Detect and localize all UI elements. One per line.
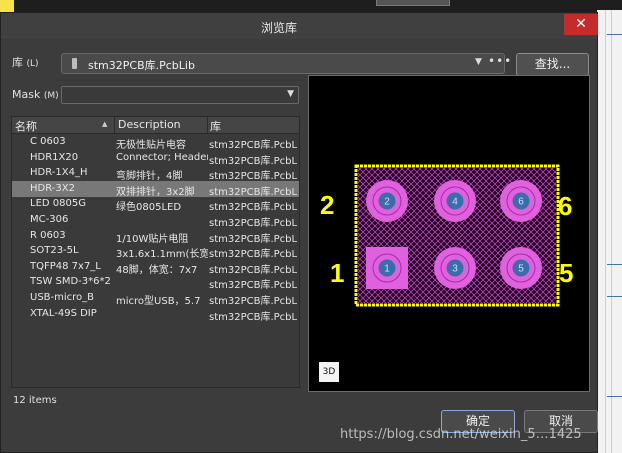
mask-label-text: Mask: [12, 88, 41, 101]
background-button: [376, 0, 450, 6]
table-row[interactable]: R 0603 1/10W贴片电阻 stm32PCB库.PcbL: [12, 228, 299, 245]
cell-name: C 0603: [30, 136, 66, 147]
sort-ascending-icon[interactable]: ▲: [102, 120, 107, 128]
cell-name: SOT23-5L: [30, 245, 79, 257]
table-row[interactable]: USB-micro_B micro型USB，5.7 stm32PCB库.PcbL: [12, 290, 299, 307]
pin-label-6: 6: [558, 191, 572, 221]
3d-view-button[interactable]: 3D: [319, 362, 339, 382]
cell-name: LED 0805G: [30, 198, 86, 210]
find-button[interactable]: 查找...: [516, 53, 589, 76]
footprint-drawing: 2 4 6 1 3 5 2 1 6 5: [320, 164, 573, 307]
pad-4: 4: [434, 180, 476, 222]
items-count: 12 items: [13, 395, 57, 406]
library-label: 库 (L): [12, 54, 39, 70]
pad-5: 5: [500, 247, 542, 289]
library-label-text: 库: [12, 56, 23, 69]
close-icon: ✕: [575, 16, 587, 32]
title-bar: 浏览库 ✕: [1, 13, 598, 39]
library-dropdown-value: stm32PCB库.PcbLib: [88, 59, 195, 72]
dialog-title: 浏览库: [260, 21, 297, 35]
pad-number: 4: [452, 197, 458, 208]
pin-label-5: 5: [559, 258, 573, 288]
cell-name: HDR1X20: [30, 151, 79, 163]
table-header: 名称 ▲ Description 库: [12, 117, 299, 134]
mask-hotkey: (M): [43, 91, 59, 101]
chevron-down-icon[interactable]: ▼: [475, 57, 482, 67]
cell-name: USB-micro_B: [30, 292, 95, 303]
pad-number: 6: [518, 197, 524, 208]
pin-label-1: 1: [330, 258, 344, 288]
component-table: 名称 ▲ Description 库 C 0603 无极性贴片电容 stm32PCB…: [11, 116, 300, 388]
cell-name: TSW SMD-3*6*2: [30, 276, 111, 288]
column-header-library[interactable]: 库: [210, 118, 221, 134]
watermark: https://blog.csdn.net/weixin_5…1425: [340, 427, 582, 442]
browse-library-dialog: 浏览库 ✕ 库 (L) stm32PCB库.PcbLib ▼ ••• 查找...…: [0, 12, 598, 453]
library-hotkey: (L): [26, 59, 39, 69]
table-row[interactable]: TSW SMD-3*6*2 stm32PCB库.PcbL: [12, 274, 299, 291]
cell-description: Connector; Header: [116, 151, 208, 163]
cell-name: HDR-3X2: [30, 182, 75, 194]
table-row[interactable]: XTAL-49S DIP stm32PCB库.PcbL: [12, 306, 299, 323]
pad-number: 3: [452, 264, 458, 275]
close-button[interactable]: ✕: [564, 14, 598, 35]
table-row[interactable]: SOT23-5L 3x1.6x1.1mm(长宽 stm32PCB库.PcbL: [12, 243, 299, 260]
cell-name: TQFP48 7x7_L: [30, 260, 101, 272]
footprint-preview[interactable]: 2 4 6 1 3 5 2 1 6 5 3D: [308, 75, 590, 392]
table-row[interactable]: HDR-1X4_H 弯脚排针，4脚 stm32PCB库.PcbL: [12, 165, 299, 182]
chevron-down-icon[interactable]: ▼: [287, 89, 294, 99]
cell-library: stm32PCB库.PcbL: [209, 311, 298, 323]
cell-name: R 0603: [30, 229, 66, 241]
background-toolbar: [0, 0, 622, 12]
pad-3: 3: [434, 247, 476, 289]
cell-name: HDR-1X4_H: [30, 167, 88, 179]
pin-label-2: 2: [320, 190, 334, 220]
table-row[interactable]: C 0603 无极性贴片电容 stm32PCB库.PcbL: [12, 134, 299, 151]
pad-number: 2: [384, 197, 390, 208]
pad-6: 6: [500, 180, 542, 222]
library-dropdown[interactable]: stm32PCB库.PcbLib ▼ •••: [61, 53, 511, 74]
pad-number: 1: [384, 264, 390, 275]
pad-2: 2: [366, 180, 408, 222]
file-icon: [72, 58, 77, 69]
table-row[interactable]: LED 0805G 绿色0805LED stm32PCB库.PcbL: [12, 196, 299, 213]
column-header-description[interactable]: Description: [118, 118, 181, 131]
mask-label: Mask (M): [12, 88, 59, 101]
more-options-icon[interactable]: •••: [488, 54, 512, 68]
background-schematic: [597, 10, 622, 453]
table-row[interactable]: MC-306 stm32PCB库.PcbL: [12, 212, 299, 229]
table-row[interactable]: HDR1X20 Connector; Header stm32PCB库.PcbL: [12, 150, 299, 167]
column-header-name[interactable]: 名称: [15, 118, 37, 134]
mask-input[interactable]: ▼: [61, 86, 299, 104]
cell-name: XTAL-49S DIP: [30, 307, 97, 319]
table-row[interactable]: TQFP48 7x7_L 48脚，体宽：7x7 stm32PCB库.PcbL: [12, 259, 299, 276]
cell-name: MC-306: [30, 214, 69, 225]
pad-number: 5: [518, 264, 524, 275]
table-row[interactable]: HDR-3X2 双排排针，3x2脚 stm32PCB库.PcbL: [12, 180, 299, 198]
pad-1: 1: [366, 247, 408, 289]
